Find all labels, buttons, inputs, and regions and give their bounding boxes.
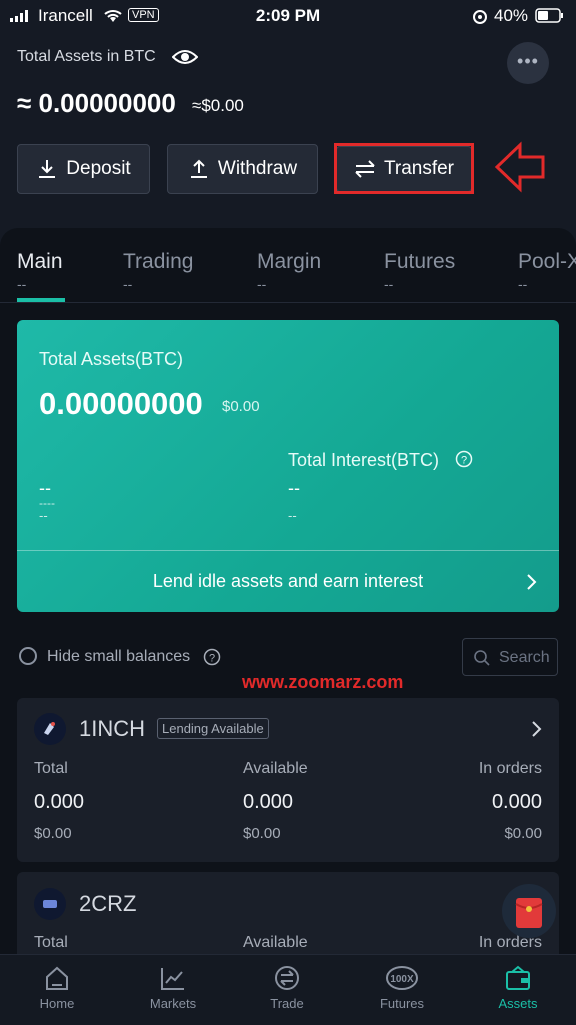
nav-home-label: Home — [39, 996, 75, 1011]
futures-100x-icon: 100X — [386, 966, 418, 990]
watermark: www.zoomarz.com — [242, 672, 404, 692]
nav-trade[interactable]: Trade — [237, 964, 337, 1011]
in-orders-value: 0.000 — [491, 791, 542, 813]
status-bar: Irancell VPN 2:09 PM 40% — [0, 0, 576, 32]
lend-text: Lend idle assets and earn interest — [152, 571, 424, 591]
card-interest-label: Total Interest(BTC) — [288, 450, 440, 470]
nav-assets-label: Assets — [498, 996, 538, 1011]
search-icon — [474, 650, 490, 666]
svg-text:?: ? — [461, 455, 467, 467]
1inch-coin-icon — [34, 713, 66, 745]
in-orders-usd: $0.00 — [504, 825, 542, 842]
tab-main-sub: -- — [17, 276, 27, 292]
nav-futures-label: Futures — [379, 996, 425, 1011]
total-value: 0.000 — [34, 791, 85, 813]
help-icon[interactable]: ? — [455, 450, 473, 468]
hide-small-label: Hide small balances — [47, 648, 191, 665]
battery-icon — [535, 8, 563, 23]
chevron-right-icon[interactable] — [530, 720, 542, 738]
in-orders-label: In orders — [478, 760, 542, 777]
tab-pool-x[interactable]: Pool-X — [518, 250, 576, 274]
tab-futures[interactable]: Futures — [384, 250, 455, 274]
card-total-value: 0.00000000 — [39, 386, 203, 421]
card-total-label: Total Assets(BTC) — [39, 349, 184, 369]
nav-markets-label: Markets — [149, 996, 197, 1011]
deposit-label: Deposit — [66, 158, 131, 179]
chart-icon — [161, 968, 184, 990]
total-label: Total — [34, 934, 68, 951]
trade-icon — [275, 966, 299, 990]
total-label: Total — [34, 760, 68, 777]
tab-margin[interactable]: Margin — [257, 250, 321, 274]
tab-trading[interactable]: Trading — [123, 250, 193, 274]
total-btc-value: ≈ 0.00000000 — [17, 88, 176, 118]
asset-symbol: 1INCH — [79, 716, 146, 741]
tab-pool-x-sub: -- — [518, 276, 528, 292]
tab-main[interactable]: Main — [17, 250, 63, 274]
home-icon — [46, 966, 68, 990]
available-usd: $0.00 — [243, 825, 281, 842]
red-envelope-icon — [515, 898, 543, 928]
eye-icon[interactable] — [172, 48, 198, 66]
clock: 2:09 PM — [255, 6, 321, 25]
download-icon — [39, 160, 56, 178]
card-right-secondary: -- — [288, 508, 297, 523]
nav-assets[interactable]: Assets — [468, 964, 568, 1011]
orientation-lock-icon — [473, 10, 487, 24]
hide-small-radio[interactable] — [19, 647, 37, 665]
nav-futures[interactable]: 100X Futures — [352, 964, 452, 1011]
tab-trading-sub: -- — [123, 276, 133, 292]
2crz-coin-icon — [34, 888, 66, 920]
search-placeholder: Search — [499, 649, 550, 666]
more-options-button[interactable]: ••• — [507, 42, 549, 84]
total-assets-label: Total Assets in BTC — [17, 48, 156, 65]
card-left-tertiary: -- — [39, 508, 48, 523]
wallet-icon — [506, 965, 530, 990]
battery-percent: 40% — [494, 6, 529, 25]
available-value: 0.000 — [243, 791, 294, 813]
red-arrow-icon — [494, 141, 545, 193]
help-icon-small[interactable]: ? — [203, 648, 221, 666]
nav-markets[interactable]: Markets — [123, 964, 223, 1011]
red-packet-button[interactable] — [502, 884, 556, 938]
withdraw-label: Withdraw — [217, 158, 298, 179]
tab-futures-sub: -- — [384, 276, 394, 292]
card-right-primary: -- — [288, 478, 300, 498]
lending-badge: Lending Available — [157, 718, 269, 739]
svg-text:?: ? — [209, 653, 215, 665]
available-label: Available — [243, 934, 308, 951]
tab-margin-sub: -- — [257, 276, 267, 292]
svg-text:100X: 100X — [390, 974, 414, 985]
asset-symbol: 2CRZ — [79, 891, 137, 916]
chevron-right-icon — [527, 574, 537, 590]
available-label: Available — [243, 760, 308, 777]
nav-home[interactable]: Home — [7, 964, 107, 1011]
total-usd-value: ≈$0.00 — [192, 96, 244, 115]
search-input[interactable]: Search — [462, 638, 558, 676]
active-tab-indicator — [17, 298, 65, 302]
withdraw-button[interactable]: Withdraw — [167, 144, 318, 194]
transfer-highlight — [334, 143, 474, 194]
tab-divider — [0, 302, 576, 303]
lend-banner[interactable]: Lend idle assets and earn interest — [17, 551, 559, 612]
card-total-usd: $0.00 — [222, 398, 260, 415]
deposit-button[interactable]: Deposit — [17, 144, 150, 194]
total-usd: $0.00 — [34, 825, 72, 842]
upload-icon — [190, 159, 207, 178]
nav-trade-label: Trade — [270, 996, 304, 1011]
